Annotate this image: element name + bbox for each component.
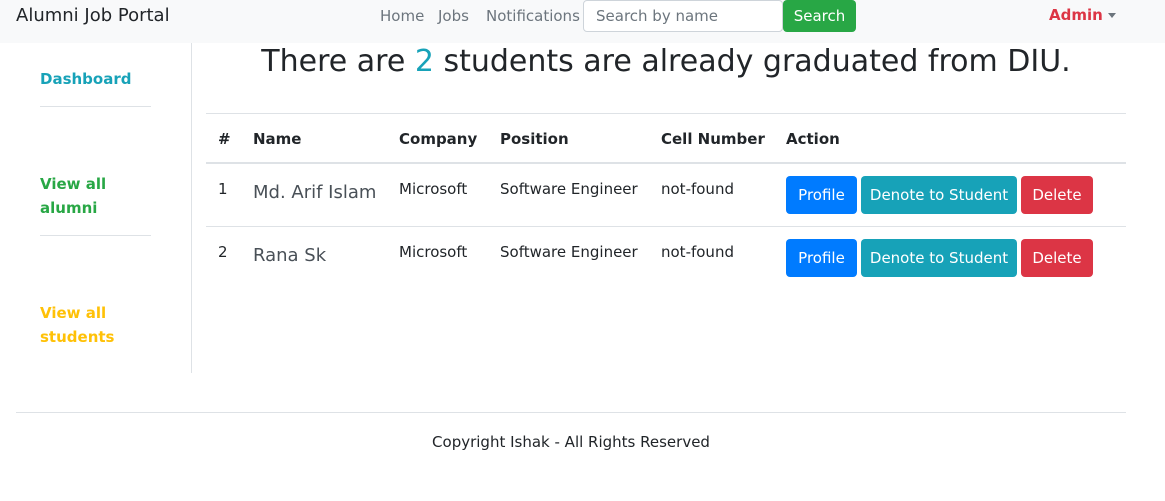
- position-cell: Software Engineer: [500, 180, 638, 198]
- table-header-border: [206, 162, 1126, 164]
- profile-button[interactable]: Profile: [786, 176, 857, 214]
- nav-link-home[interactable]: Home: [380, 7, 424, 25]
- company-cell: Microsoft: [399, 180, 468, 198]
- column-header-name: Name: [253, 130, 302, 148]
- column-header-action: Action: [786, 130, 840, 148]
- column-header-company: Company: [399, 130, 478, 148]
- sidebar: Dashboard View all alumni View all stude…: [0, 43, 192, 373]
- sidebar-item-view-all-alumni[interactable]: View all alumni: [40, 172, 120, 220]
- nav-link-notifications[interactable]: Notifications: [486, 7, 580, 25]
- sidebar-item-view-all-students[interactable]: View all students: [40, 301, 120, 349]
- cell-number-cell: not-found: [661, 180, 734, 198]
- search-input[interactable]: [583, 0, 783, 32]
- column-header-cell-number: Cell Number: [661, 130, 765, 148]
- nav-link-jobs[interactable]: Jobs: [438, 7, 469, 25]
- cell-number-cell: not-found: [661, 243, 734, 261]
- search-button[interactable]: Search: [783, 0, 856, 32]
- denote-to-student-button[interactable]: Denote to Student: [861, 176, 1017, 214]
- heading-suffix: students are already graduated from DIU.: [433, 44, 1071, 79]
- row-number: 1: [218, 180, 228, 198]
- row-number: 2: [218, 243, 228, 261]
- footer-copyright: Copyright Ishak - All Rights Reserved: [432, 433, 710, 451]
- company-cell: Microsoft: [399, 243, 468, 261]
- student-name: Md. Arif Islam: [253, 182, 377, 203]
- footer-divider: [16, 412, 1126, 413]
- sidebar-item-dashboard[interactable]: Dashboard: [40, 67, 131, 91]
- sidebar-divider: [40, 235, 151, 236]
- caret-down-icon[interactable]: [1108, 13, 1116, 18]
- delete-button[interactable]: Delete: [1021, 176, 1093, 214]
- column-header-number: #: [218, 130, 231, 148]
- table-top-border: [206, 113, 1126, 114]
- navbar: Alumni Job Portal Home Jobs Notification…: [0, 0, 1165, 43]
- row-divider: [206, 226, 1126, 227]
- delete-button[interactable]: Delete: [1021, 239, 1093, 277]
- graduate-count: 2: [414, 44, 434, 79]
- column-header-position: Position: [500, 130, 569, 148]
- student-name: Rana Sk: [253, 245, 327, 266]
- position-cell: Software Engineer: [500, 243, 638, 261]
- brand-logo[interactable]: Alumni Job Portal: [16, 5, 170, 26]
- sidebar-divider: [40, 106, 151, 107]
- page-heading: There are 2 students are already graduat…: [206, 44, 1126, 79]
- heading-prefix: There are: [261, 44, 415, 79]
- profile-button[interactable]: Profile: [786, 239, 857, 277]
- admin-dropdown[interactable]: Admin: [1049, 6, 1103, 24]
- denote-to-student-button[interactable]: Denote to Student: [861, 239, 1017, 277]
